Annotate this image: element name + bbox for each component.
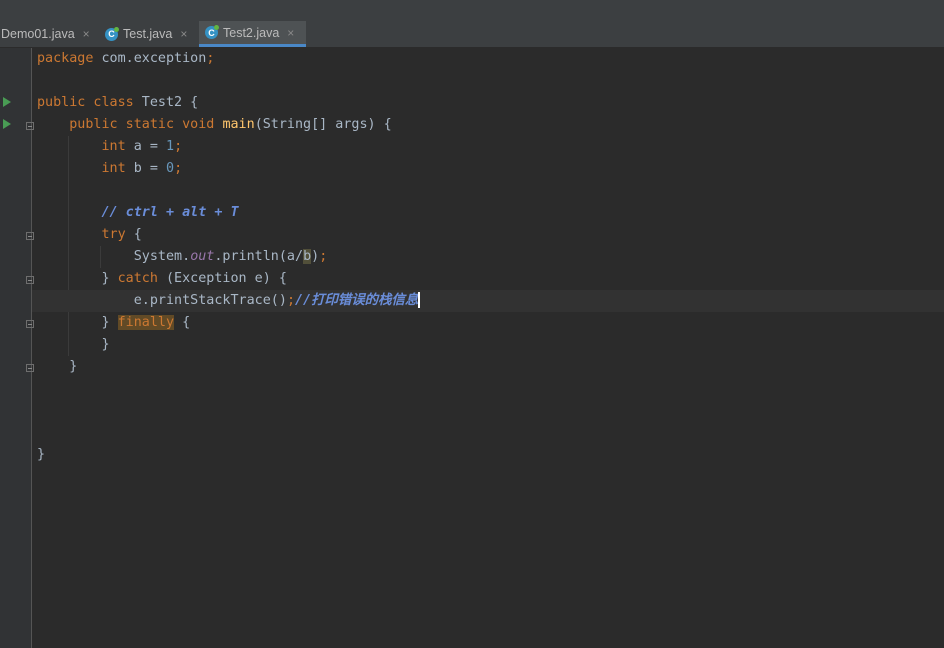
tab-test-java[interactable]: C Test.java ×	[99, 21, 199, 47]
code-line-5: int a = 1;	[101, 139, 183, 154]
close-icon[interactable]: ×	[287, 26, 294, 40]
tab-demo01-java[interactable]: Demo01.java ×	[0, 21, 99, 47]
java-class-icon: C	[105, 26, 119, 41]
code-line-10: System.out.println(a/b);	[133, 249, 328, 264]
run-gutter-icon[interactable]	[3, 119, 11, 129]
text-caret	[418, 292, 421, 308]
run-gutter-icon[interactable]	[3, 97, 11, 107]
tab-label: Demo01.java	[1, 27, 75, 41]
code-line-6: int b = 0;	[101, 161, 183, 176]
code-line-19: }	[37, 447, 46, 462]
editor-gutter	[0, 48, 34, 648]
code-line-3: public class Test2 {	[37, 95, 199, 110]
code-line-14: }	[101, 337, 110, 352]
window-title-bar	[0, 0, 944, 22]
code-line-9: try {	[101, 227, 142, 242]
code-line-11: } catch (Exception e) {	[101, 271, 287, 286]
code-line-13: } finally {	[101, 315, 191, 330]
editor-tab-bar: Demo01.java × C Test.java × C Test2.java…	[0, 21, 944, 48]
code-line-15: }	[69, 359, 78, 374]
tab-label: Test2.java	[223, 25, 280, 40]
close-icon[interactable]: ×	[180, 27, 187, 41]
code-line-4: public static void main(String[] args) {	[69, 117, 392, 132]
code-line-12-current: e.printStackTrace();//打印错误的栈信息	[32, 290, 944, 312]
code-line-1: package com.exception;	[37, 51, 215, 66]
java-class-icon: C	[205, 25, 219, 39]
code-line-8: // ctrl + alt + T	[101, 205, 239, 220]
tab-test2-java[interactable]: C Test2.java ×	[199, 21, 306, 47]
close-icon[interactable]: ×	[83, 27, 90, 41]
tab-label: Test.java	[123, 27, 173, 41]
code-editor[interactable]: package com.exception; public class Test…	[32, 48, 944, 648]
